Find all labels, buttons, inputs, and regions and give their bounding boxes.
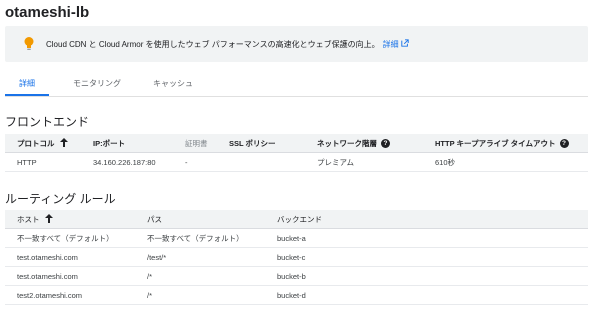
table-row: HTTP 34.160.226.187:80 - プレミアム 610秒 <box>5 153 588 172</box>
routing-table: ホスト パス バックエンド 不一致すべて（デフォルト） 不一致すべて（デフォルト… <box>5 210 588 305</box>
col-protocol[interactable]: プロトコル <box>17 134 68 152</box>
cell-host: test2.otameshi.com <box>17 290 83 300</box>
page-title: otameshi-lb <box>5 4 90 21</box>
learn-more-link[interactable]: 詳細 <box>383 39 409 50</box>
cell-backend: bucket-a <box>277 233 306 243</box>
cell-keepalive-timeout: 610秒 <box>435 157 456 167</box>
external-link-icon <box>400 39 409 49</box>
table-row: 不一致すべて（デフォルト） 不一致すべて（デフォルト） bucket-a <box>5 229 588 248</box>
col-backend: バックエンド <box>277 214 322 224</box>
cell-path: /test/* <box>147 252 167 262</box>
frontend-title: フロントエンド <box>5 115 90 129</box>
routing-title: ルーティング ルール <box>5 192 116 206</box>
sort-arrow-up-icon[interactable] <box>44 213 53 225</box>
cell-path: /* <box>147 271 153 281</box>
tab-bar: 詳細 モニタリング キャッシュ <box>5 72 588 97</box>
tab-monitoring[interactable]: モニタリング <box>61 72 133 94</box>
frontend-table: プロトコル IP:ポート 証明書 SSL ポリシー ネットワーク階層 ? HTT… <box>5 134 588 172</box>
table-row: test2.otameshi.com /* bucket-d <box>5 286 588 305</box>
help-icon[interactable]: ? <box>559 138 569 148</box>
table-row: test.otameshi.com /test/* bucket-c <box>5 248 588 267</box>
sort-arrow-up-icon[interactable] <box>59 137 68 149</box>
col-ip-port: IP:ポート <box>93 138 126 148</box>
tab-cache[interactable]: キャッシュ <box>143 72 203 94</box>
cell-backend: bucket-d <box>277 290 306 300</box>
cell-path: 不一致すべて（デフォルト） <box>147 233 244 243</box>
col-certificate: 証明書 <box>185 138 208 148</box>
cell-host: 不一致すべて（デフォルト） <box>17 233 114 243</box>
cell-host: test.otameshi.com <box>17 252 78 262</box>
col-path: パス <box>147 214 162 224</box>
cell-path: /* <box>147 290 153 300</box>
table-row: test.otameshi.com /* bucket-b <box>5 267 588 286</box>
learn-more-label: 詳細 <box>382 39 399 49</box>
cell-network-tier: プレミアム <box>317 157 354 167</box>
cell-protocol: HTTP <box>17 157 37 167</box>
help-icon[interactable]: ? <box>381 138 390 148</box>
lightbulb-icon <box>22 35 36 53</box>
banner-text: Cloud CDN と Cloud Armor を使用したウェブ パフォーマンス… <box>46 39 380 49</box>
col-host[interactable]: ホスト <box>17 210 53 228</box>
col-ssl-policy: SSL ポリシー <box>229 138 276 148</box>
frontend-header-row: プロトコル IP:ポート 証明書 SSL ポリシー ネットワーク階層 ? HTT… <box>5 134 588 153</box>
tab-details[interactable]: 詳細 <box>5 72 49 96</box>
cell-backend: bucket-b <box>277 271 306 281</box>
col-network-tier: ネットワーク階層 ? <box>317 134 390 152</box>
col-keepalive-timeout: HTTP キープアライブ タイムアウト ? <box>435 134 569 152</box>
cell-backend: bucket-c <box>277 252 306 262</box>
promo-banner: Cloud CDN と Cloud Armor を使用したウェブ パフォーマンス… <box>5 26 588 62</box>
cell-host: test.otameshi.com <box>17 271 78 281</box>
routing-header-row: ホスト パス バックエンド <box>5 210 588 229</box>
cell-certificate: - <box>185 157 188 167</box>
cell-ip-port: 34.160.226.187:80 <box>93 157 156 167</box>
